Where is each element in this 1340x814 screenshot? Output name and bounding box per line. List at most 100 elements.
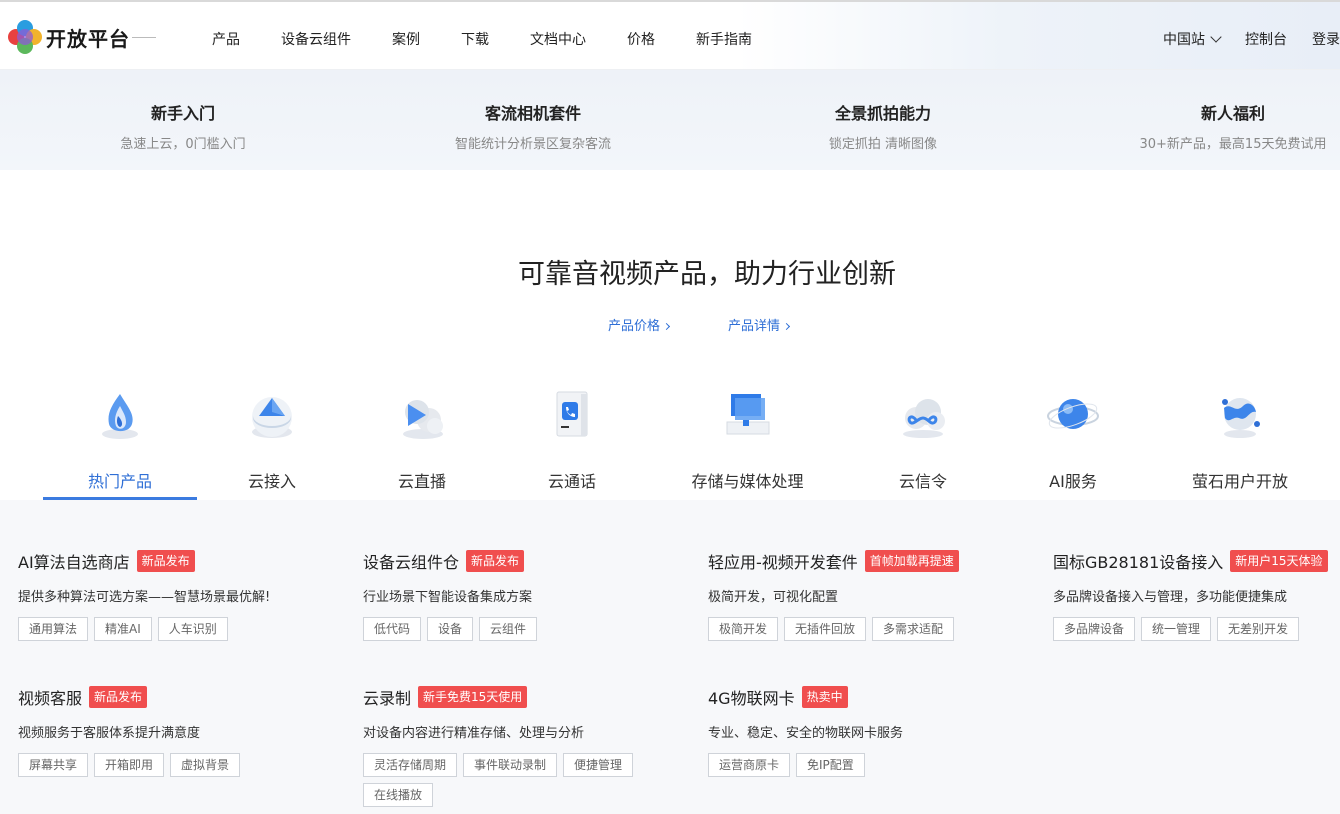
product-tag[interactable]: 统一管理: [1141, 617, 1212, 641]
strip-item-subtitle: 急速上云，0门槛入门: [120, 137, 246, 152]
product-detail-label: 产品详情: [728, 319, 781, 334]
product-badge: 热卖中: [801, 686, 848, 708]
product-tag[interactable]: 屏幕共享: [18, 753, 89, 777]
product-card-gb28181-access[interactable]: 国标GB28181设备接入 新用户15天体验 多品牌设备接入与管理，多功能便捷集成…: [1053, 549, 1340, 647]
product-card-device-component-hub[interactable]: 设备云组件仓 新品发布 行业场景下智能设备集成方案 低代码 设备 云组件: [363, 549, 693, 647]
console-link[interactable]: 控制台: [1245, 29, 1287, 49]
product-badge: 新手免费15天使用: [418, 686, 528, 708]
logo[interactable]: 开放平台: [8, 20, 156, 54]
tab-label: 存储与媒体处理: [691, 472, 804, 491]
feature-strip: 新手入门 急速上云，0门槛入门 客流相机套件 智能统计分析景区复杂客流 全景抓拍…: [0, 70, 1340, 170]
product-tag[interactable]: 便捷管理: [563, 753, 634, 777]
tab-ai-services[interactable]: AI服务: [1023, 380, 1123, 500]
product-card-video-customer-service[interactable]: 视频客服 新品发布 视频服务于客服体系提升满意度 屏幕共享 开箱即用 虚拟背景: [18, 685, 348, 783]
nav-item-cases[interactable]: 案例: [392, 29, 420, 49]
strip-item-title: 客流相机套件: [484, 104, 581, 123]
nav-item-download[interactable]: 下载: [461, 29, 489, 49]
tab-label: 云信令: [898, 472, 947, 491]
top-header: 开放平台 产品 设备云组件 案例 下载 文档中心 价格 新手指南 中国站 控制台…: [0, 0, 1340, 70]
tab-label: 云直播: [397, 472, 446, 491]
product-desc: 视频服务于客服体系提升满意度: [18, 726, 201, 741]
product-desc: 行业场景下智能设备集成方案: [363, 590, 533, 605]
strip-item-subtitle: 智能统计分析景区复杂客流: [454, 137, 611, 152]
product-title: 云录制: [363, 689, 412, 708]
product-tag[interactable]: 通用算法: [18, 617, 89, 641]
login-link[interactable]: 登录: [1312, 29, 1340, 49]
strip-item-newcomer-benefit[interactable]: 新人福利 30+新产品，最高15天免费试用: [1128, 70, 1338, 170]
storage-icon: [726, 394, 770, 435]
strip-item-title: 全景抓拍能力: [834, 104, 931, 123]
phone-icon: [556, 391, 588, 437]
product-card-lite-app-video-kit[interactable]: 轻应用-视频开发套件 首帧加载再提速 极简开发，可视化配置 极简开发 无插件回放 …: [708, 549, 1038, 647]
product-title: 轻应用-视频开发套件: [708, 553, 858, 572]
product-detail-link[interactable]: 产品详情: [728, 315, 791, 334]
product-tag[interactable]: 在线播放: [363, 783, 434, 807]
product-desc: 对设备内容进行精准存储、处理与分析: [363, 726, 585, 741]
tab-cloud-live[interactable]: 云直播: [372, 380, 472, 500]
main-nav: 产品 设备云组件 案例 下载 文档中心 价格 新手指南: [212, 29, 793, 49]
strip-item-subtitle: 锁定抓拍 清晰图像: [828, 137, 938, 152]
cloud-access-icon: [252, 397, 292, 438]
product-grid: AI算法自选商店 新品发布 提供多种算法可选方案——智慧场景最优解! 通用算法 精…: [0, 500, 1340, 814]
tab-cloud-call[interactable]: 云通话: [522, 380, 622, 500]
tab-cloud-access[interactable]: 云接入: [222, 380, 322, 500]
product-tag[interactable]: 多需求适配: [872, 617, 955, 641]
product-tag[interactable]: 无插件回放: [784, 617, 867, 641]
product-card-ai-algorithm-store[interactable]: AI算法自选商店 新品发布 提供多种算法可选方案——智慧场景最优解! 通用算法 精…: [18, 549, 348, 647]
region-label: 中国站: [1163, 32, 1205, 48]
tab-hot-products[interactable]: 热门产品: [43, 380, 197, 500]
product-desc: 提供多种算法可选方案——智慧场景最优解!: [18, 590, 271, 605]
product-tag[interactable]: 运营商原卡: [708, 753, 791, 777]
strip-item-beginner[interactable]: 新手入门 急速上云，0门槛入门: [83, 70, 283, 170]
tab-ezviz-user-open[interactable]: 萤石用户开放: [1180, 380, 1300, 500]
nav-item-products[interactable]: 产品: [212, 29, 240, 49]
ai-globe-icon: [1047, 399, 1099, 429]
strip-item-panorama[interactable]: 全景抓拍能力 锁定抓拍 清晰图像: [783, 70, 983, 170]
product-tag[interactable]: 灵活存储周期: [363, 753, 458, 777]
product-badge: 新品发布: [466, 550, 525, 572]
tab-label: 热门产品: [87, 472, 152, 491]
header-actions: 中国站 控制台 登录: [1138, 29, 1340, 49]
chevron-down-icon: [1210, 31, 1222, 43]
product-tag[interactable]: 无差别开发: [1217, 617, 1300, 641]
user-open-icon: [1222, 398, 1260, 438]
tab-storage-media[interactable]: 存储与媒体处理: [685, 380, 810, 500]
product-price-label: 产品价格: [608, 319, 661, 334]
product-tags: 运营商原卡 免IP配置: [708, 753, 1028, 783]
product-tag[interactable]: 精准AI: [94, 617, 152, 641]
product-title: 国标GB28181设备接入: [1053, 553, 1224, 572]
product-badge: 新品发布: [89, 686, 148, 708]
product-tag[interactable]: 虚拟背景: [170, 753, 241, 777]
product-tag[interactable]: 免IP配置: [796, 753, 865, 777]
product-tags: 屏幕共享 开箱即用 虚拟背景: [18, 753, 338, 783]
product-tag[interactable]: 极简开发: [708, 617, 779, 641]
strip-item-passenger-camera[interactable]: 客流相机套件 智能统计分析景区复杂客流: [423, 70, 643, 170]
logo-text: 开放平台: [46, 26, 130, 51]
product-tag[interactable]: 云组件: [479, 617, 538, 641]
nav-item-pricing[interactable]: 价格: [627, 29, 655, 49]
product-badge: 首帧加载再提速: [864, 550, 959, 572]
product-tag[interactable]: 开箱即用: [94, 753, 165, 777]
cloud-signal-icon: [903, 399, 945, 438]
strip-item-title: 新人福利: [1200, 104, 1265, 123]
product-tag[interactable]: 多品牌设备: [1053, 617, 1136, 641]
tab-cloud-signaling[interactable]: 云信令: [873, 380, 973, 500]
section-title: 可靠音视频产品，助力行业创新: [518, 259, 896, 290]
product-tag[interactable]: 人车识别: [157, 617, 228, 641]
nav-item-beginner-guide[interactable]: 新手指南: [696, 29, 752, 49]
product-tags: 灵活存储周期 事件联动录制 便捷管理 在线播放: [363, 753, 663, 813]
region-selector[interactable]: 中国站: [1163, 29, 1222, 49]
product-title: 设备云组件仓: [363, 553, 460, 572]
product-tag[interactable]: 低代码: [363, 617, 422, 641]
nav-item-docs[interactable]: 文档中心: [530, 29, 586, 49]
nav-item-device-components[interactable]: 设备云组件: [281, 29, 351, 49]
logo-mark-icon: [8, 20, 42, 54]
product-tag[interactable]: 设备: [427, 617, 474, 641]
cloud-live-icon: [403, 400, 443, 439]
product-price-link[interactable]: 产品价格: [608, 315, 671, 334]
chevron-right-icon: [662, 322, 671, 331]
product-tag[interactable]: 事件联动录制: [463, 753, 558, 777]
product-desc: 多品牌设备接入与管理，多功能便捷集成: [1053, 590, 1288, 605]
product-card-cloud-recording[interactable]: 云录制 新手免费15天使用 对设备内容进行精准存储、处理与分析 灵活存储周期 事件…: [363, 685, 693, 813]
product-card-4g-iot-sim[interactable]: 4G物联网卡 热卖中 专业、稳定、安全的物联网卡服务 运营商原卡 免IP配置: [708, 685, 1038, 783]
